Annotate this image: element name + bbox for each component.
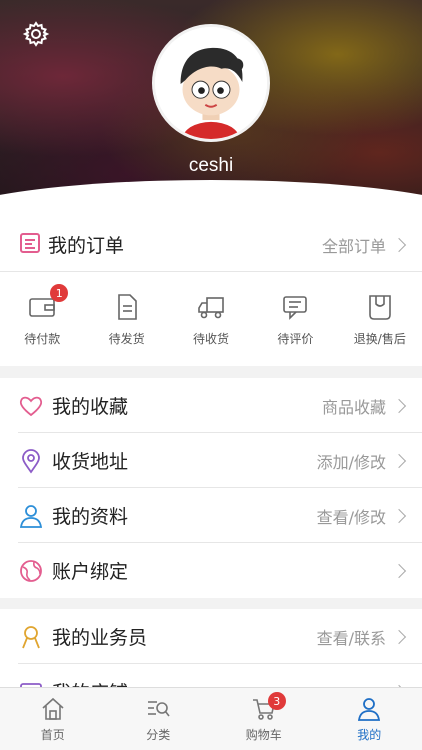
- order-item-label: 待发货: [108, 332, 145, 346]
- tab-label: 我的: [357, 728, 382, 742]
- header-curve: [0, 180, 422, 218]
- comment-icon: [283, 296, 308, 320]
- menu-item-action-label: 添加/修改: [316, 452, 386, 472]
- menu-item-action: [386, 563, 407, 578]
- user-icon: [358, 698, 381, 721]
- chevron-right-icon: [391, 563, 407, 578]
- menu-item-action: 查看/修改: [316, 504, 407, 528]
- order-item-label: 待评价: [277, 332, 314, 346]
- chevron-right-icon: [391, 398, 407, 413]
- menu-item-action: 查看/联系: [316, 625, 407, 649]
- bottom-tab-bar: 首页 分类 3 购物车 我的: [0, 687, 422, 750]
- menu-item-action-label: 查看/修改: [316, 507, 386, 527]
- order-pending-shipment[interactable]: 待发货: [84, 272, 168, 366]
- menu-item-label: 我的业务员: [52, 627, 148, 649]
- category-search-icon: [148, 701, 170, 717]
- orders-section: 我的订单 全部订单 1 待付款 待发货 待收货 待评价 退换/售后: [0, 218, 422, 366]
- tab-mine[interactable]: 我的: [317, 688, 422, 750]
- menu-list: 我的收藏 商品收藏 收货地址 添加/修改 我的资料 查看/修改 账户绑定: [0, 378, 422, 598]
- order-status-row: 1 待付款 待发货 待收货 待评价 退换/售后: [0, 272, 422, 366]
- user-icon: [18, 503, 44, 529]
- menu-item-salesperson[interactable]: 我的业务员 查看/联系: [0, 609, 422, 664]
- truck-icon: [198, 297, 224, 319]
- tab-cart[interactable]: 3 购物车: [211, 688, 317, 750]
- order-pending-receipt[interactable]: 待收货: [169, 272, 253, 366]
- menu-item-action: 添加/修改: [316, 449, 407, 473]
- username: ceshi: [188, 155, 234, 176]
- order-pending-payment[interactable]: 1 待付款: [0, 272, 84, 366]
- settings-gear-icon[interactable]: [22, 20, 50, 48]
- order-list-icon: [18, 231, 42, 259]
- chevron-right-icon: [391, 453, 407, 468]
- tab-label: 首页: [40, 728, 65, 742]
- tab-label: 购物车: [245, 728, 282, 742]
- all-orders-label: 全部订单: [321, 236, 386, 256]
- order-returns[interactable]: 退换/售后: [338, 272, 422, 366]
- return-bag-icon: [369, 295, 391, 320]
- order-item-label: 退换/售后: [353, 332, 406, 346]
- menu-item-label: 我的收藏: [52, 396, 129, 418]
- agent-icon: [18, 624, 44, 650]
- menu-item-action-label: 商品收藏: [321, 397, 386, 417]
- orders-title: 我的订单: [48, 235, 125, 257]
- globe-icon: [18, 558, 44, 584]
- menu-item-action: 商品收藏: [321, 394, 407, 418]
- heart-icon: [18, 393, 44, 419]
- chevron-right-icon: [391, 237, 407, 252]
- menu-item-favorites[interactable]: 我的收藏 商品收藏: [0, 378, 422, 433]
- chevron-right-icon: [391, 508, 407, 523]
- chevron-right-icon: [391, 629, 407, 644]
- order-item-label: 待付款: [24, 332, 61, 346]
- home-icon: [42, 697, 64, 720]
- document-icon: [117, 294, 137, 320]
- cart-badge: 3: [267, 692, 286, 710]
- all-orders-link[interactable]: 全部订单: [321, 233, 407, 257]
- tab-category[interactable]: 分类: [106, 688, 212, 750]
- menu-item-label: 账户绑定: [52, 561, 129, 583]
- tab-home[interactable]: 首页: [0, 688, 106, 750]
- menu-item-action-label: 查看/联系: [316, 628, 386, 648]
- menu-item-profile[interactable]: 我的资料 查看/修改: [0, 488, 422, 543]
- menu-item-label: 收货地址: [52, 451, 129, 473]
- avatar[interactable]: [152, 24, 270, 142]
- profile-header: ceshi: [0, 0, 422, 218]
- menu-item-account-binding[interactable]: 账户绑定: [0, 543, 422, 598]
- order-pending-review[interactable]: 待评价: [253, 272, 337, 366]
- tab-label: 分类: [146, 728, 171, 742]
- location-pin-icon: [18, 448, 44, 474]
- order-badge: 1: [50, 284, 69, 302]
- order-item-label: 待收货: [193, 332, 230, 346]
- menu-item-label: 我的资料: [52, 506, 129, 528]
- menu-item-address[interactable]: 收货地址 添加/修改: [0, 433, 422, 488]
- orders-header[interactable]: 我的订单 全部订单: [0, 218, 422, 272]
